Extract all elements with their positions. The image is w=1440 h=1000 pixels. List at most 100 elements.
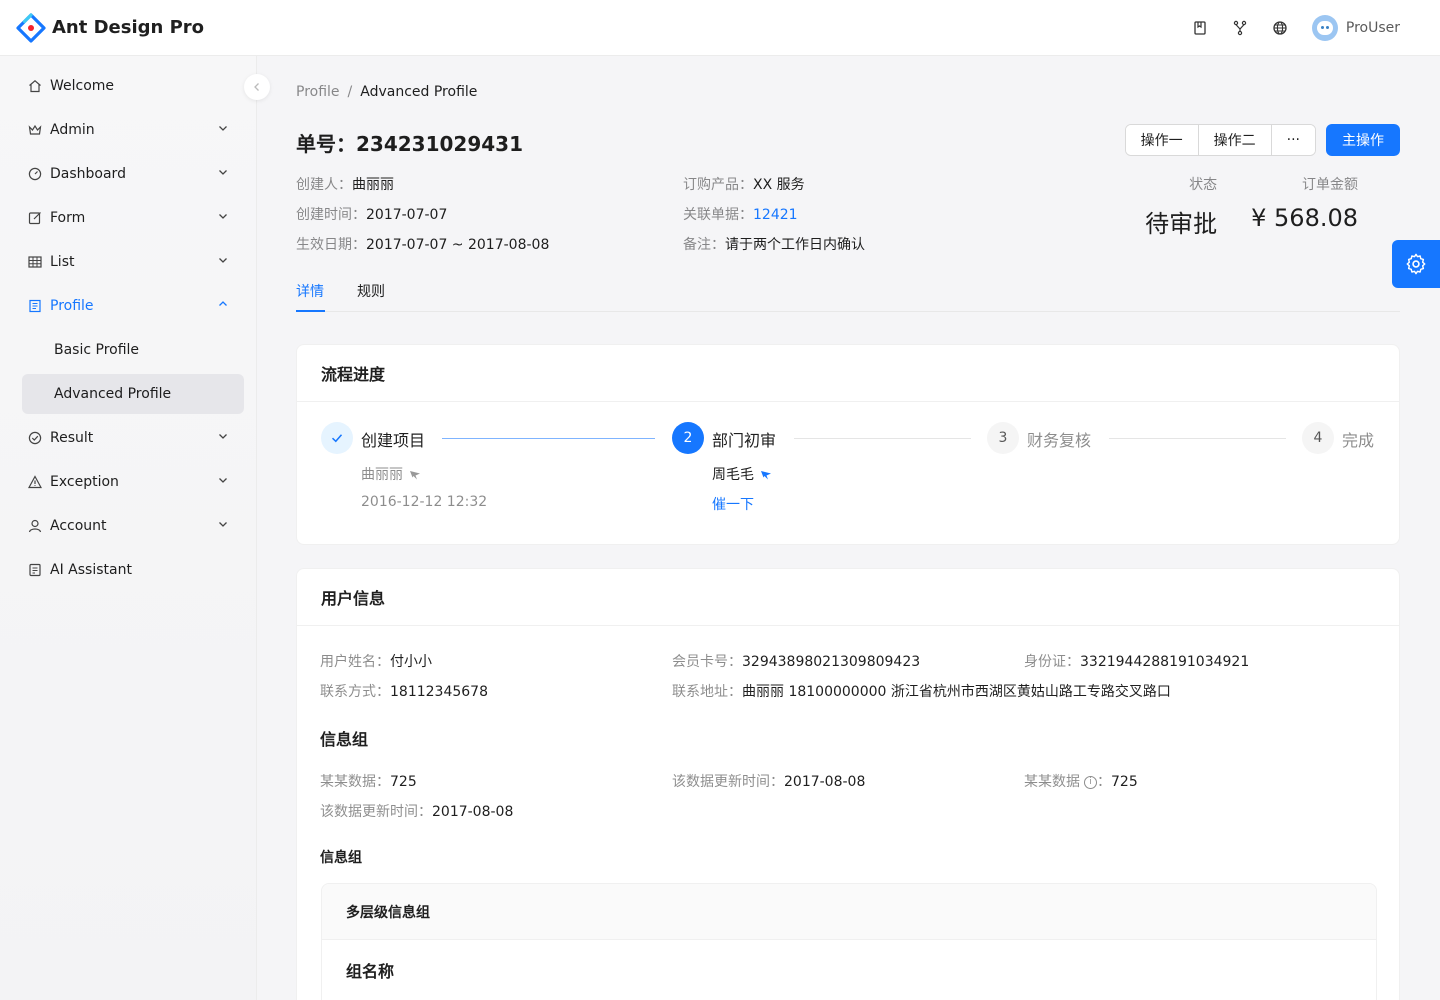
status-summary: 状态 待审批 订单金额 ¥ 568.08	[1111, 174, 1358, 239]
sidebar-item-account[interactable]: Account	[14, 506, 244, 546]
multi-level-group-title: 多层级信息组	[322, 884, 1376, 940]
dingding-icon	[761, 471, 771, 480]
chevron-down-icon	[219, 170, 227, 175]
sidebar-item-label: Result	[50, 430, 94, 446]
id-card-field: 身份证：3321944288191034921	[1024, 654, 1250, 670]
step-4-number: 4	[1302, 422, 1334, 454]
sidebar-item-profile[interactable]: Profile	[14, 286, 244, 326]
step-2-person: 周毛毛	[712, 464, 772, 484]
chevron-down-icon	[219, 478, 227, 483]
tab-rules[interactable]: 规则	[357, 281, 385, 301]
chevron-down-icon	[219, 258, 227, 263]
op1-button[interactable]: 操作一	[1125, 125, 1199, 155]
info-group-title: 信息组	[320, 730, 369, 749]
sidebar-item-label: List	[50, 254, 75, 270]
step-3-number: 3	[987, 422, 1019, 454]
sidebar-item-exception[interactable]: Exception	[14, 462, 244, 502]
progress-card-title: 流程进度	[297, 345, 1399, 402]
chevron-down-icon	[219, 126, 227, 131]
sidebar-item-label: Account	[50, 518, 107, 534]
step-1-connector	[442, 438, 655, 439]
sidebar-item-admin[interactable]: Admin	[14, 110, 244, 150]
data-field-4: 该数据更新时间：2017-08-08	[320, 804, 514, 820]
chevron-down-icon	[219, 434, 227, 439]
user-menu[interactable]: ProUser	[1311, 15, 1400, 41]
sidebar-item-ai-assistant[interactable]: AI Assistant	[14, 550, 244, 590]
form-icon	[28, 211, 42, 225]
sidebar-item-welcome[interactable]: Welcome	[14, 66, 244, 106]
settings-drawer-button[interactable]	[1392, 240, 1440, 288]
user-info-title: 用户信息	[297, 569, 1399, 626]
remark-field: 备注：请于两个工作日内确认	[683, 237, 865, 253]
group-name-title: 组名称	[346, 962, 395, 981]
step-3-connector	[1109, 438, 1286, 439]
step-1-person: 曲丽丽	[361, 464, 421, 484]
effective-date-field: 生效日期：2017-07-07 ~ 2017-08-08	[296, 237, 550, 253]
sidebar-item-basic-profile[interactable]: Basic Profile	[22, 330, 244, 370]
globe-icon[interactable]	[1260, 0, 1300, 56]
breadcrumb-current: Advanced Profile	[360, 84, 478, 100]
action-bar: 操作一 操作二 ··· 主操作	[1124, 124, 1400, 156]
user-icon	[28, 519, 42, 533]
urge-link[interactable]: 催一下	[712, 494, 754, 514]
status-label: 状态	[1189, 177, 1218, 193]
sidebar-collapse-button[interactable]	[244, 74, 270, 100]
crown-icon	[28, 123, 42, 137]
step-2-number: 2	[672, 422, 704, 454]
doc-icon[interactable]	[1180, 0, 1220, 56]
product-field: 订购产品：XX 服务	[683, 177, 805, 193]
step-4-title: 完成	[1342, 431, 1375, 450]
breadcrumb: Profile / Advanced Profile	[296, 84, 477, 100]
member-card-field: 会员卡号：32943898021309809423	[672, 654, 921, 670]
page-title: 单号：234231029431	[296, 132, 523, 156]
sidebar: Welcome Admin Dashboard Form List Profil…	[0, 56, 257, 1000]
sidebar-item-list[interactable]: List	[14, 242, 244, 282]
multi-level-group-card: 多层级信息组 组名称	[321, 883, 1377, 1000]
tab-details[interactable]: 详情	[296, 281, 324, 301]
progress-card: 流程进度 创建项目 曲丽丽 2016-12-12 12:32 2 部门初审 周毛…	[296, 344, 1400, 545]
chevron-up-icon	[219, 301, 227, 306]
data-field-1: 某某数据：725	[320, 774, 417, 790]
check-circle-icon	[28, 431, 42, 445]
sidebar-item-label: Welcome	[50, 78, 115, 94]
creator-field: 创建人：曲丽丽	[296, 177, 394, 193]
more-button[interactable]: ···	[1271, 125, 1315, 155]
sidebar-item-label: Profile	[50, 298, 94, 314]
op2-button[interactable]: 操作二	[1198, 125, 1272, 155]
active-tab-indicator	[296, 310, 325, 312]
home-icon	[28, 79, 42, 93]
table-icon	[28, 255, 42, 269]
detail-tabs: 详情 规则	[296, 278, 1400, 312]
ant-design-logo-icon	[16, 12, 46, 43]
breadcrumb-profile[interactable]: Profile	[296, 84, 340, 100]
phone-field: 联系方式：18112345678	[320, 684, 488, 700]
steps: 创建项目 曲丽丽 2016-12-12 12:32 2 部门初审 周毛毛 催一下…	[297, 402, 1399, 542]
step-2-title: 部门初审	[712, 431, 777, 450]
chevron-down-icon	[219, 214, 227, 219]
sidebar-item-result[interactable]: Result	[14, 418, 244, 458]
status-value: 待审批	[1145, 210, 1218, 238]
fork-icon[interactable]	[1220, 0, 1260, 56]
created-time-field: 创建时间：2017-07-07	[296, 207, 448, 223]
logo[interactable]: Ant Design Pro	[16, 12, 204, 43]
gear-icon	[1406, 253, 1426, 275]
question-circle-icon[interactable]: i	[1084, 775, 1097, 789]
step-1-title: 创建项目	[361, 431, 426, 450]
warning-icon	[28, 475, 42, 489]
user-name: ProUser	[1345, 20, 1400, 36]
sidebar-item-advanced-profile[interactable]: Advanced Profile	[22, 374, 244, 414]
main-content: Profile / Advanced Profile 单号：234231029431…	[257, 56, 1440, 1000]
data-field-3: 某某数据 i ：725	[1024, 774, 1138, 790]
primary-action-button[interactable]: 主操作	[1326, 124, 1400, 156]
dashboard-icon	[28, 167, 42, 181]
user-name-field: 用户姓名：付小小	[320, 654, 432, 670]
related-doc-link[interactable]: 12421	[753, 207, 798, 223]
sidebar-item-label: Exception	[50, 474, 119, 490]
step-1-check-icon	[321, 422, 353, 454]
sidebar-item-form[interactable]: Form	[14, 198, 244, 238]
amount-value: ¥ 568.08	[1251, 204, 1358, 232]
chevron-down-icon	[219, 522, 227, 527]
sidebar-item-dashboard[interactable]: Dashboard	[14, 154, 244, 194]
step-3-title: 财务复核	[1027, 431, 1092, 450]
sidebar-item-label: Admin	[50, 122, 95, 138]
